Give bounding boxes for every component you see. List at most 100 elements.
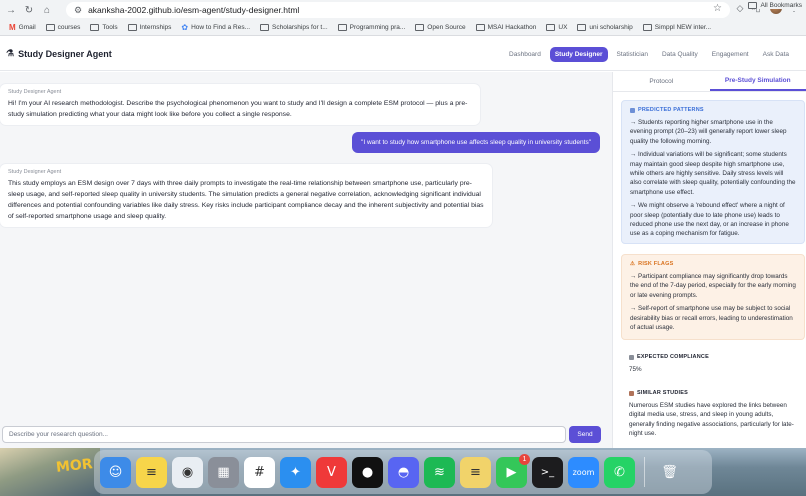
bookmark-label: Internships [139, 24, 172, 31]
site-favicon-icon: ✿ [181, 23, 189, 32]
site-info-icon[interactable]: ⚙ [74, 5, 82, 16]
folder-icon [127, 24, 137, 31]
zoom-icon[interactable]: zoom [568, 456, 599, 488]
send-button[interactable]: Send [569, 426, 601, 443]
research-question-input[interactable]: Describe your research question... [2, 426, 566, 443]
bookmark-item[interactable]: MSAI Hackathon [473, 24, 540, 31]
facetime-icon[interactable]: ▶ 1 [496, 453, 530, 488]
bookmark-label: Open Source [427, 24, 466, 31]
similar-studies-title: SIMILAR STUDIES [637, 390, 688, 396]
similar-studies-text: Numerous ESM studies have explored the l… [629, 402, 794, 438]
bookmark-label: Scholarships for t... [272, 24, 328, 31]
bookmark-item[interactable]: UX [543, 24, 570, 31]
bookmark-item[interactable]: courses [43, 24, 84, 31]
bookmark-label: uni scholarship [589, 24, 633, 31]
assistant-message: Study Designer Agent This study employs … [0, 164, 492, 227]
bookmark-label: Tools [102, 24, 118, 31]
url-text: akanksha-2002.github.io/esm-agent/study-… [88, 5, 300, 15]
trash-icon[interactable]: 🗑 [654, 457, 685, 488]
expected-compliance-heading: EXPECTED COMPLIANCE [629, 354, 797, 360]
bookmark-label: Programming pra... [349, 24, 406, 31]
bookmarks-bar: M Gmail courses Tools Internships ✿ How to Fin… [0, 20, 806, 36]
bookmark-label: Gmail [18, 24, 36, 31]
expected-compliance-value: 75% [629, 366, 642, 373]
predicted-pattern-item: → We might observe a 'rebound effect' wh… [630, 202, 789, 238]
risk-flag-item: → Participant compliance may significant… [630, 273, 796, 299]
address-bar[interactable]: ⚙ akanksha-2002.github.io/esm-agent/stud… [66, 2, 730, 18]
warning-icon: ⚠ [630, 261, 636, 267]
bookmark-star-icon[interactable]: ☆ [713, 3, 722, 14]
app-brand: ⚗ Study Designer Agent [6, 48, 112, 59]
safari-icon[interactable]: ✦ [280, 456, 311, 488]
tab-engagement[interactable]: Engagement [707, 47, 754, 62]
bookmark-item[interactable]: uni scholarship [574, 24, 635, 31]
risk-flags-heading: ⚠ RISK FLAGS [630, 261, 796, 267]
predicted-pattern-item: → Students reporting higher smartphone u… [630, 119, 787, 145]
folder-icon [475, 24, 485, 31]
bookmark-label: How to Find a Res... [191, 24, 250, 31]
folder-icon [45, 24, 55, 31]
bookmark-item[interactable]: Internships [125, 24, 175, 31]
folder-icon [642, 24, 652, 31]
tab-study-designer[interactable]: Study Designer [549, 47, 608, 62]
folder-icon [415, 24, 425, 31]
tab-data-quality[interactable]: Data Quality [657, 47, 703, 62]
expected-compliance-card: EXPECTED COMPLIANCE 75% [621, 348, 805, 378]
similar-studies-card: SIMILAR STUDIES Numerous ESM studies hav… [621, 384, 805, 444]
slack-icon[interactable]: # [244, 456, 275, 488]
similar-studies-heading: SIMILAR STUDIES [629, 390, 797, 396]
folder-icon [748, 2, 758, 9]
chat-thread: Study Designer Agent Hi! I'm your AI res… [0, 72, 612, 424]
bookmark-item[interactable]: Open Source [412, 24, 468, 31]
tab-pre-study-simulation[interactable]: Pre-Study Simulation [709, 72, 806, 91]
spotify-icon[interactable]: ≋ [424, 456, 455, 488]
message-sender: Study Designer Agent [8, 169, 62, 175]
finder-icon[interactable]: ☺ [100, 456, 131, 488]
bookmark-label: Simppl NEW inter... [654, 24, 712, 31]
bookmark-item[interactable]: Scholarships for t... [257, 24, 331, 31]
stickies-icon[interactable]: ≡ [460, 456, 491, 488]
notes-icon[interactable]: ≡ [136, 456, 167, 488]
terminal-icon[interactable]: >_ [532, 456, 563, 488]
bookmark-item[interactable]: Tools [87, 24, 120, 31]
predicted-pattern-item: → Individual variations will be signific… [630, 151, 796, 196]
whatsapp-icon[interactable]: ✆ [604, 456, 635, 488]
reload-icon[interactable]: ↻ [22, 3, 36, 17]
tab-statistician[interactable]: Statistician [612, 47, 653, 62]
bookmark-label: UX [558, 24, 568, 31]
bookmark-label: MSAI Hackathon [487, 24, 537, 31]
risk-flags-title: RISK FLAGS [638, 261, 674, 267]
gmail-icon: M [9, 23, 16, 32]
main-nav: Dashboard Study Designer Statistician Data … [504, 47, 794, 62]
launchpad-icon[interactable]: ▦ [208, 456, 239, 488]
predicted-patterns-heading: PREDICTED PATTERNS [630, 107, 796, 113]
extensions-icon[interactable]: ◇ [734, 2, 746, 14]
dock: ☺ ≡ ◉ ▦ # ✦ V ● ◓ ≋ ≡ ▶ 1 >_ zoom ✆ 🗑 [94, 450, 712, 494]
risk-flags-card: ⚠ RISK FLAGS → Participant compliance ma… [621, 254, 805, 340]
bookmark-item[interactable]: Programming pra... [335, 24, 409, 31]
bookmark-item[interactable]: ✿ How to Find a Res... [178, 23, 253, 32]
chrome-icon[interactable]: ◉ [172, 456, 203, 488]
bookmark-label: courses [57, 24, 81, 31]
bookmark-item[interactable]: M Gmail [6, 23, 39, 32]
tab-protocol[interactable]: Protocol [613, 72, 710, 91]
composer: Describe your research question... Send [0, 424, 612, 448]
assistant-message: Study Designer Agent Hi! I'm your AI res… [0, 84, 480, 125]
book-icon [629, 390, 634, 396]
tab-ask-data[interactable]: Ask Data [758, 47, 794, 62]
folder-icon [260, 24, 269, 31]
bookmark-item[interactable]: Simppl NEW inter... [640, 24, 714, 31]
all-bookmarks[interactable]: All Bookmarks [748, 2, 806, 9]
discord-icon[interactable]: ◓ [388, 456, 419, 488]
forward-icon[interactable]: → [4, 3, 18, 17]
vivaldi-icon[interactable]: V [316, 456, 347, 488]
bar-chart-icon [629, 354, 634, 360]
predicted-patterns-title: PREDICTED PATTERNS [638, 107, 704, 113]
all-bookmarks-label: All Bookmarks [760, 2, 802, 9]
message-text: Hi! I'm your AI research methodologist. … [8, 100, 468, 118]
github-icon[interactable]: ● [352, 456, 383, 488]
tab-dashboard[interactable]: Dashboard [504, 47, 546, 62]
home-icon[interactable]: ⌂ [40, 3, 54, 17]
risk-flag-item: → Self-report of smartphone use may be s… [630, 305, 793, 332]
message-sender: Study Designer Agent [8, 89, 62, 95]
